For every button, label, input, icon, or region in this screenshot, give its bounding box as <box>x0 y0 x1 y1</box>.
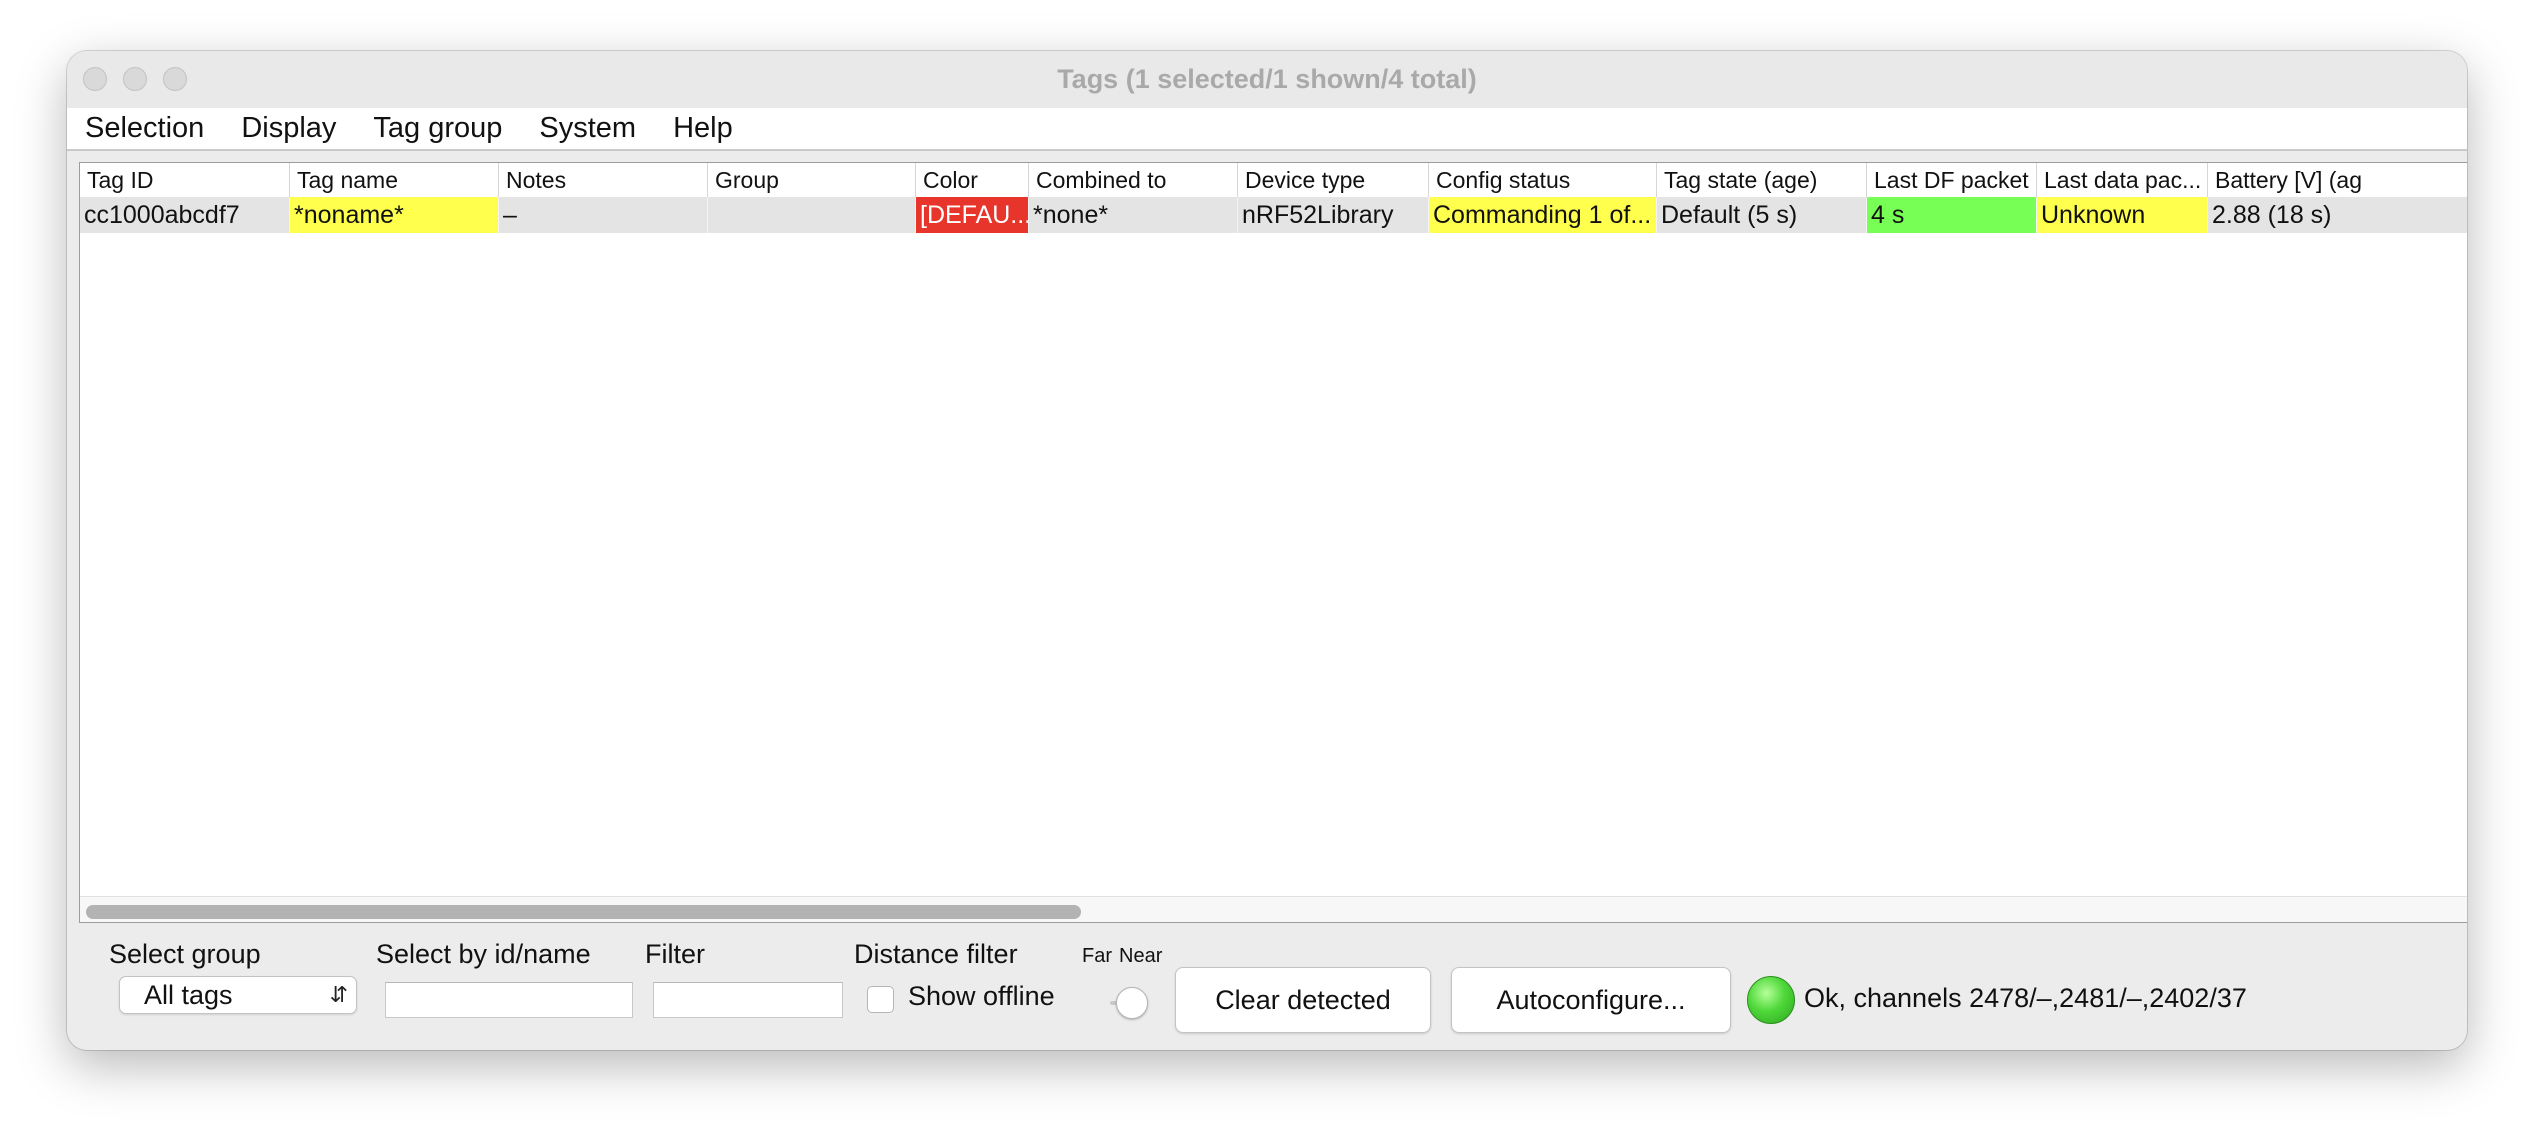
tags-window: Tags (1 selected/1 shown/4 total) Select… <box>67 51 2467 1050</box>
column-header-tag-name[interactable]: Tag name <box>290 163 499 197</box>
menu-bar: Selection Display Tag group System Help <box>67 108 2467 151</box>
distance-filter-label: Distance filter <box>854 939 1018 969</box>
cell-combined-to[interactable]: *none* <box>1029 197 1238 233</box>
select-by-id-name-input[interactable] <box>385 982 633 1018</box>
column-header-group[interactable]: Group <box>708 163 916 197</box>
select-group-value: All tags <box>144 980 233 1010</box>
title-bar[interactable]: Tags (1 selected/1 shown/4 total) <box>67 51 2467 109</box>
filter-label: Filter <box>645 939 705 969</box>
select-group-dropdown[interactable]: All tags ⇵ <box>119 976 357 1014</box>
status-indicator-icon <box>1747 976 1795 1024</box>
cell-tag-name[interactable]: *noname* <box>290 197 499 233</box>
tags-table[interactable]: Tag ID Tag name Notes Group Color Combin… <box>79 162 2467 923</box>
table-header: Tag ID Tag name Notes Group Color Combin… <box>80 163 2467 198</box>
menu-selection[interactable]: Selection <box>85 112 204 145</box>
show-offline-label[interactable]: Show offline <box>908 981 1055 1012</box>
filter-input[interactable] <box>653 982 843 1018</box>
up-down-chevron-icon: ⇵ <box>329 982 348 1007</box>
menu-display[interactable]: Display <box>241 112 336 145</box>
table-row[interactable]: cc1000abcdf7 *noname* – [DEFAU... *none*… <box>80 197 2467 233</box>
cell-config-status[interactable]: Commanding 1 of... <box>1429 197 1657 233</box>
column-header-config-status[interactable]: Config status <box>1429 163 1657 197</box>
clear-detected-button[interactable]: Clear detected <box>1175 967 1431 1033</box>
far-label: Far <box>1082 945 1112 967</box>
menu-system[interactable]: System <box>539 112 636 145</box>
distance-slider-knob[interactable] <box>1116 987 1148 1019</box>
cell-device-type[interactable]: nRF52Library <box>1238 197 1429 233</box>
horizontal-scrollbar-thumb[interactable] <box>86 905 1081 919</box>
cell-color[interactable]: [DEFAU... <box>916 197 1029 233</box>
status-text: Ok, channels 2478/–,2481/–,2402/37 <box>1804 983 2247 1013</box>
column-header-tag-state[interactable]: Tag state (age) <box>1657 163 1867 197</box>
control-panel: Select group All tags ⇵ Select by id/nam… <box>67 931 2467 1050</box>
column-header-last-df-packet[interactable]: Last DF packet <box>1867 163 2037 197</box>
column-header-notes[interactable]: Notes <box>499 163 708 197</box>
near-label: Near <box>1119 945 1163 967</box>
cell-last-df-packet[interactable]: 4 s <box>1867 197 2037 233</box>
menu-help[interactable]: Help <box>673 112 733 145</box>
column-header-device-type[interactable]: Device type <box>1238 163 1429 197</box>
select-group-label: Select group <box>109 939 261 969</box>
menu-tag-group[interactable]: Tag group <box>373 112 502 145</box>
column-header-color[interactable]: Color <box>916 163 1029 197</box>
column-header-last-data-packet[interactable]: Last data pac... <box>2037 163 2208 197</box>
autoconfigure-button[interactable]: Autoconfigure... <box>1451 967 1731 1033</box>
select-by-id-name-label: Select by id/name <box>376 939 591 969</box>
cell-group[interactable] <box>708 197 916 233</box>
column-header-combined-to[interactable]: Combined to <box>1029 163 1238 197</box>
show-offline-checkbox[interactable] <box>867 986 894 1013</box>
cell-last-data-packet[interactable]: Unknown <box>2037 197 2208 233</box>
cell-battery[interactable]: 2.88 (18 s) <box>2208 197 2467 233</box>
window-title: Tags (1 selected/1 shown/4 total) <box>1057 64 1477 94</box>
cell-tag-id[interactable]: cc1000abcdf7 <box>80 197 290 233</box>
column-header-battery[interactable]: Battery [V] (ag <box>2208 163 2467 197</box>
horizontal-scrollbar[interactable] <box>80 896 2467 922</box>
cell-notes[interactable]: – <box>499 197 708 233</box>
cell-tag-state[interactable]: Default (5 s) <box>1657 197 1867 233</box>
column-header-tag-id[interactable]: Tag ID <box>80 163 290 197</box>
